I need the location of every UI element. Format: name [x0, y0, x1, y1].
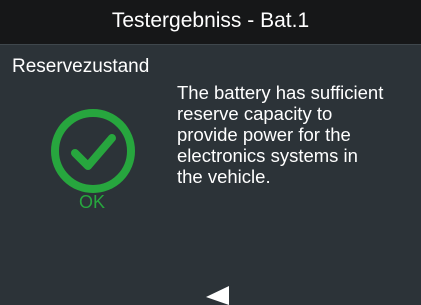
- result-message-line: electronics systems in: [177, 145, 358, 166]
- triangle-left-icon[interactable]: [206, 286, 230, 305]
- result-message-line: reserve capacity to: [177, 103, 333, 124]
- back-navigation-triangle[interactable]: [206, 286, 229, 305]
- checkmark-stroke: [71, 134, 116, 170]
- result-message-line: the vehicle.: [177, 166, 271, 187]
- title-bar: Testergebniss - Bat.1: [0, 0, 421, 45]
- check-circle-icon: [51, 109, 135, 193]
- result-message-line: The battery has sufficient: [177, 82, 384, 103]
- result-section-title: Reservezustand: [12, 56, 150, 77]
- page-title: Testergebniss - Bat.1: [111, 9, 310, 32]
- check-circle-ring: [51, 109, 135, 193]
- battery-test-result-screen: Testergebniss - Bat.1 Reservezustand OK …: [0, 0, 421, 305]
- result-message: The battery has sufficient reserve capac…: [177, 82, 421, 187]
- result-status-label: OK: [79, 192, 106, 212]
- result-message-line: provide power for the: [177, 124, 351, 145]
